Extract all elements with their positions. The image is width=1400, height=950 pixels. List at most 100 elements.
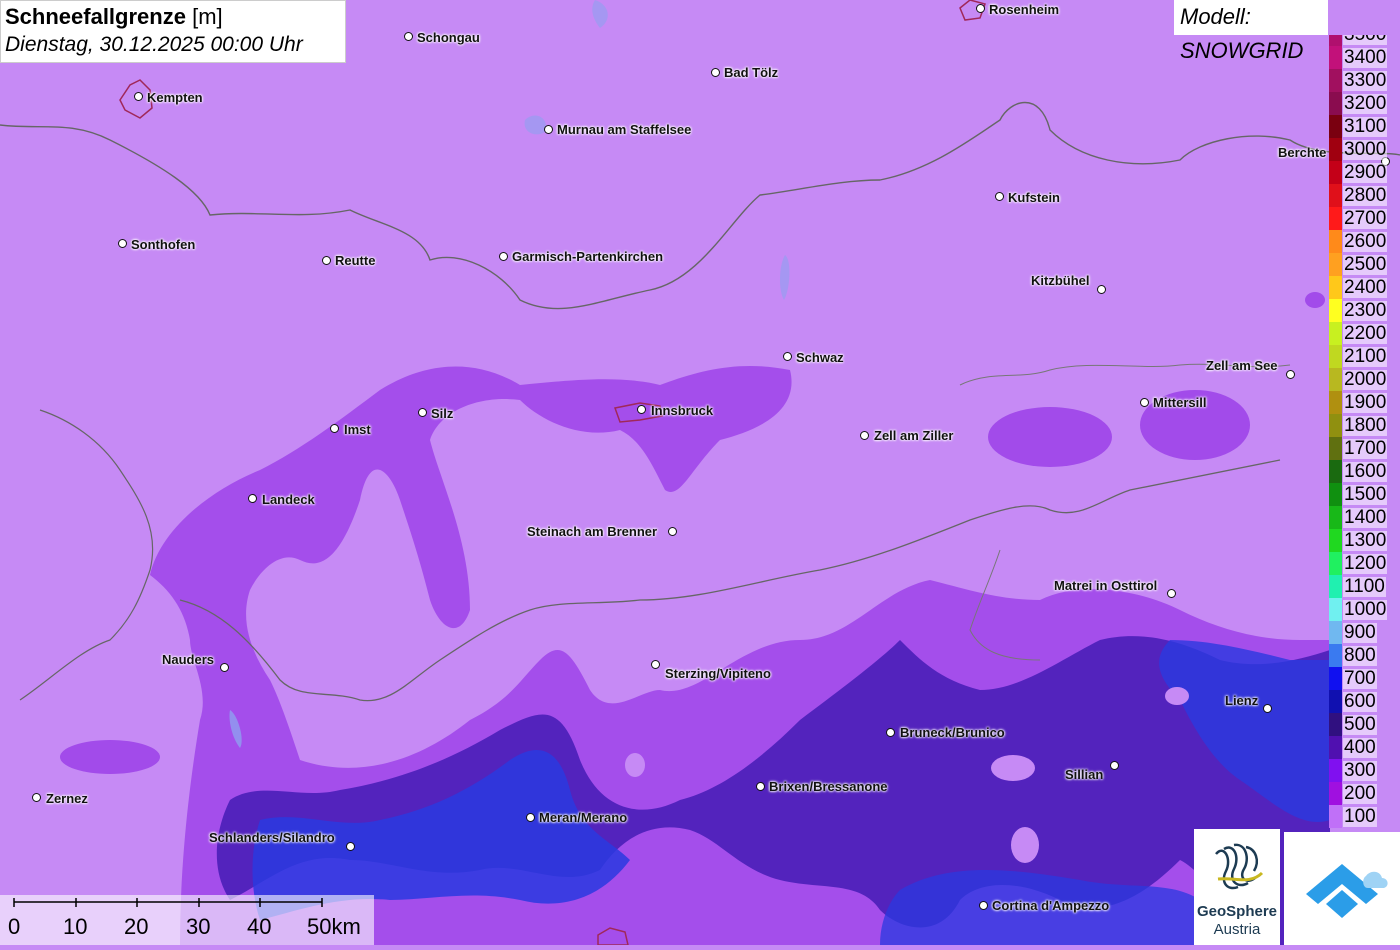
legend-row: 1800: [1329, 414, 1400, 437]
place-label: Reutte: [335, 253, 376, 268]
legend-row: 900: [1329, 621, 1400, 644]
place-dot: [711, 68, 720, 77]
place-dot: [976, 4, 985, 13]
place-dot: [1110, 761, 1119, 770]
place-dot: [526, 813, 535, 822]
legend-label: 2900: [1343, 162, 1388, 183]
legend-swatch: [1329, 690, 1342, 713]
legend-label: 3200: [1343, 93, 1388, 114]
legend-row: 3000: [1329, 138, 1400, 161]
place-label: Zell am See: [1206, 358, 1278, 373]
legend-label: 1400: [1343, 507, 1388, 528]
place-dot: [1286, 370, 1295, 379]
place-dot: [886, 728, 895, 737]
legend-label: 2400: [1343, 277, 1388, 298]
legend-label: 2600: [1343, 231, 1388, 252]
snowfall-limit-map[interactable]: [0, 0, 1400, 945]
legend-label: 1200: [1343, 553, 1388, 574]
legend-label: 1700: [1343, 438, 1388, 459]
place-dot: [544, 125, 553, 134]
place-dot: [322, 256, 331, 265]
place-label: Sonthofen: [131, 237, 196, 252]
place-dot: [346, 842, 355, 851]
legend-swatch: [1329, 460, 1342, 483]
scale-bar: 0 10 20 30 40 50km: [0, 895, 374, 945]
legend-swatch: [1329, 322, 1342, 345]
legend-row: 1900: [1329, 391, 1400, 414]
legend-row: 3300: [1329, 69, 1400, 92]
legend-label: 3300: [1343, 70, 1388, 91]
place-dot: [668, 527, 677, 536]
legend-label: 2700: [1343, 208, 1388, 229]
legend-swatch: [1329, 506, 1342, 529]
scale-label: 40: [247, 914, 272, 939]
legend-label: 100: [1343, 806, 1377, 827]
geosphere-name: GeoSphere: [1196, 903, 1278, 920]
legend-swatch: [1329, 667, 1342, 690]
legend-swatch: [1329, 713, 1342, 736]
place-label: Cortina d'Ampezzo: [992, 898, 1110, 913]
place-label: Silz: [431, 406, 454, 421]
legend-row: 100: [1329, 805, 1400, 828]
legend-label: 1300: [1343, 530, 1388, 551]
legend-swatch: [1329, 92, 1342, 115]
legend-swatch: [1329, 138, 1342, 161]
place-dot: [330, 424, 339, 433]
legend-row: 1000: [1329, 598, 1400, 621]
geosphere-logo[interactable]: GeoSphere Austria: [1194, 829, 1280, 945]
legend-row: 2100: [1329, 345, 1400, 368]
place-dot: [979, 901, 988, 910]
place-label: Kufstein: [1008, 190, 1060, 205]
legend-label: 2800: [1343, 185, 1388, 206]
app-logo[interactable]: [1284, 832, 1400, 945]
place-label: Garmisch-Partenkirchen: [512, 249, 664, 264]
geosphere-emblem-icon: [1215, 843, 1264, 890]
place-dot: [220, 663, 229, 672]
legend-swatch: [1329, 276, 1342, 299]
zone-blob-1: [988, 407, 1112, 467]
scale-label: 20: [124, 914, 149, 939]
legend-label: 1600: [1343, 461, 1388, 482]
place-dot: [651, 660, 660, 669]
legend-label: 3100: [1343, 116, 1388, 137]
legend-label: 1100: [1343, 576, 1386, 597]
legend-row: 3400: [1329, 46, 1400, 69]
place-label: Bad Tölz: [724, 65, 779, 80]
legend-swatch: [1329, 207, 1342, 230]
legend-row: 400: [1329, 736, 1400, 759]
legend-label: 3500: [1343, 35, 1388, 45]
legend-label: 900: [1343, 622, 1377, 643]
legend-swatch: [1329, 644, 1342, 667]
legend-row: 1700: [1329, 437, 1400, 460]
place-dot: [32, 793, 41, 802]
place-dot: [1167, 589, 1176, 598]
place-label: Kempten: [147, 90, 203, 105]
legend-row: 600: [1329, 690, 1400, 713]
place-label: Lienz: [1225, 693, 1259, 708]
legend-label: 600: [1343, 691, 1377, 712]
legend-swatch: [1329, 483, 1342, 506]
legend-swatch: [1329, 782, 1342, 805]
legend-swatch: [1329, 575, 1342, 598]
place-label: Murnau am Staffelsee: [557, 122, 692, 137]
legend-label: 2200: [1343, 323, 1388, 344]
legend-label: 700: [1343, 668, 1377, 689]
color-legend: 3500 340033003200310030002900280027002600…: [1329, 35, 1400, 831]
scale-label: 30: [186, 914, 211, 939]
place-label: Schwaz: [796, 350, 844, 365]
place-dot: [756, 782, 765, 791]
legend-label: 1500: [1343, 484, 1388, 505]
legend-swatch: [1329, 529, 1342, 552]
legend-swatch: [1329, 35, 1342, 46]
place-dot: [134, 92, 143, 101]
legend-swatch: [1329, 299, 1342, 322]
legend-swatch: [1329, 69, 1342, 92]
legend-swatch: [1329, 184, 1342, 207]
zone-blob-4: [1305, 292, 1325, 308]
legend-row: 3200: [1329, 92, 1400, 115]
legend-row: 2900: [1329, 161, 1400, 184]
legend-swatch: [1329, 736, 1342, 759]
legend-label: 2000: [1343, 369, 1388, 390]
legend-row: 300: [1329, 759, 1400, 782]
place-label: Kitzbühel: [1031, 273, 1090, 288]
